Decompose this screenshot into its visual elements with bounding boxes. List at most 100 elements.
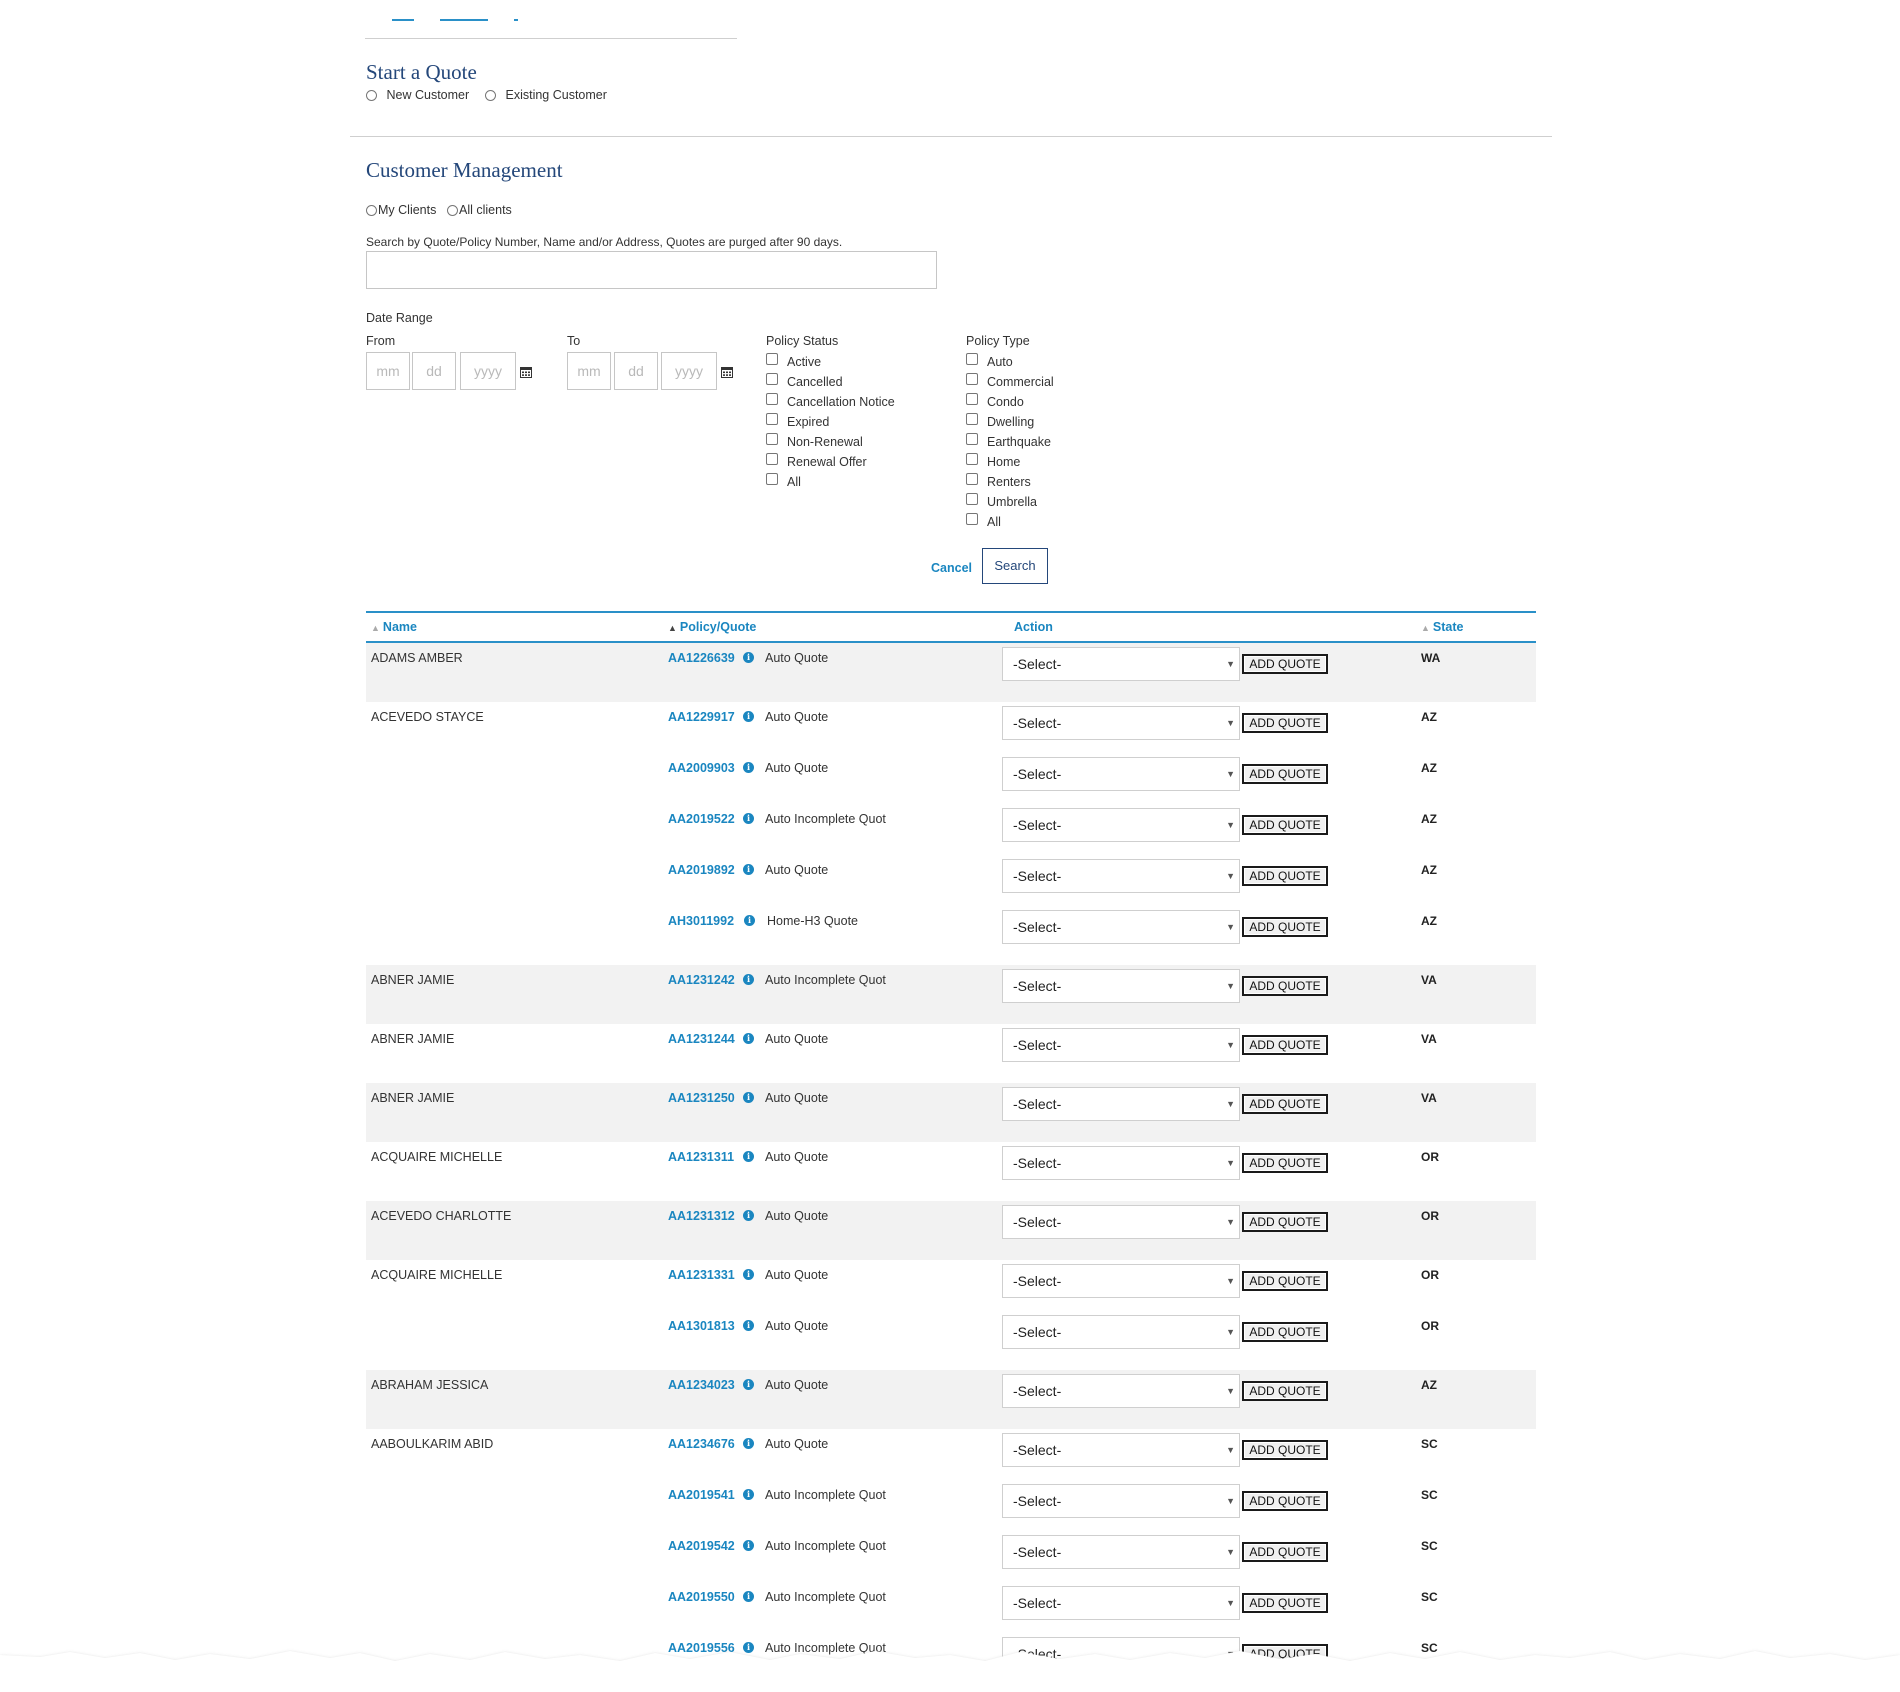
info-icon[interactable]: i: [743, 1379, 754, 1390]
name-column-header[interactable]: ▲︎ Name: [371, 620, 417, 634]
info-icon[interactable]: i: [743, 864, 754, 875]
policy-number-link[interactable]: AA1301813: [668, 1319, 735, 1333]
info-icon[interactable]: i: [743, 711, 754, 722]
policy-number-link[interactable]: AA1229917: [668, 710, 735, 724]
from-day-input[interactable]: dd: [412, 352, 456, 390]
info-icon[interactable]: i: [743, 1540, 754, 1551]
policy-number-link[interactable]: AA1231312: [668, 1209, 735, 1223]
info-icon[interactable]: i: [743, 974, 754, 985]
from-calendar-icon[interactable]: [520, 366, 532, 378]
action-select[interactable]: -Select- ▼: [1002, 910, 1240, 944]
my-clients-option[interactable]: My Clients: [366, 203, 436, 217]
to-day-input[interactable]: dd: [614, 352, 658, 390]
to-calendar-icon[interactable]: [721, 366, 733, 378]
policy-number-link[interactable]: AA1231311: [668, 1150, 734, 1164]
all-clients-option[interactable]: All clients: [447, 203, 512, 217]
policy-number-link[interactable]: AA1226639: [668, 651, 735, 665]
to-month-input[interactable]: mm: [567, 352, 611, 390]
info-icon[interactable]: i: [743, 1489, 754, 1500]
policy-type-checkbox[interactable]: [966, 433, 978, 445]
policy-type-checkbox[interactable]: [966, 373, 978, 385]
policy-type-checkbox[interactable]: [966, 473, 978, 485]
policy-number-link[interactable]: AA2019892: [668, 863, 735, 877]
add-quote-button[interactable]: ADD QUOTE: [1242, 1381, 1328, 1401]
action-select[interactable]: -Select- ▼: [1002, 969, 1240, 1003]
policy-status-checkbox[interactable]: [766, 453, 778, 465]
policy-number-link[interactable]: AA1234023: [668, 1378, 735, 1392]
add-quote-button[interactable]: ADD QUOTE: [1242, 1094, 1328, 1114]
add-quote-button[interactable]: ADD QUOTE: [1242, 713, 1328, 733]
info-icon[interactable]: i: [743, 1591, 754, 1602]
policy-status-checkbox[interactable]: [766, 393, 778, 405]
policy-number-link[interactable]: AA1231244: [668, 1032, 735, 1046]
existing-customer-radio[interactable]: [485, 90, 496, 102]
policy-status-checkbox[interactable]: [766, 373, 778, 385]
policy-number-link[interactable]: AA2019541: [668, 1488, 735, 1502]
add-quote-button[interactable]: ADD QUOTE: [1242, 1035, 1328, 1055]
add-quote-button[interactable]: ADD QUOTE: [1242, 654, 1328, 674]
existing-customer-option[interactable]: Existing Customer: [485, 88, 607, 102]
info-icon[interactable]: i: [743, 762, 754, 773]
add-quote-button[interactable]: ADD QUOTE: [1242, 1491, 1328, 1511]
add-quote-button[interactable]: ADD QUOTE: [1242, 1212, 1328, 1232]
policy-status-checkbox[interactable]: [766, 473, 778, 485]
my-clients-radio[interactable]: [366, 205, 377, 217]
policy-number-link[interactable]: AA2009903: [668, 761, 735, 775]
policy-number-link[interactable]: AA1231242: [668, 973, 735, 987]
policy-number-link[interactable]: AA2019542: [668, 1539, 735, 1553]
policy-type-checkbox[interactable]: [966, 393, 978, 405]
info-icon[interactable]: i: [743, 1151, 754, 1162]
policy-status-checkbox[interactable]: [766, 353, 778, 365]
new-customer-option[interactable]: New Customer: [366, 88, 469, 102]
top-link[interactable]: [392, 19, 414, 21]
action-select[interactable]: -Select- ▼: [1002, 1484, 1240, 1518]
policy-type-checkbox[interactable]: [966, 453, 978, 465]
action-select[interactable]: -Select- ▼: [1002, 1028, 1240, 1062]
top-link[interactable]: [514, 19, 518, 21]
info-icon[interactable]: i: [743, 1210, 754, 1221]
info-icon[interactable]: i: [743, 1438, 754, 1449]
add-quote-button[interactable]: ADD QUOTE: [1242, 1440, 1328, 1460]
cancel-link[interactable]: Cancel: [931, 561, 972, 575]
info-icon[interactable]: i: [743, 1320, 754, 1331]
add-quote-button[interactable]: ADD QUOTE: [1242, 866, 1328, 886]
top-link[interactable]: [440, 19, 488, 21]
action-select[interactable]: -Select- ▼: [1002, 1433, 1240, 1467]
policy-type-checkbox[interactable]: [966, 413, 978, 425]
info-icon[interactable]: i: [743, 1092, 754, 1103]
add-quote-button[interactable]: ADD QUOTE: [1242, 1593, 1328, 1613]
action-select[interactable]: -Select- ▼: [1002, 706, 1240, 740]
action-select[interactable]: -Select- ▼: [1002, 1586, 1240, 1620]
info-icon[interactable]: i: [743, 652, 754, 663]
action-select[interactable]: -Select- ▼: [1002, 1535, 1240, 1569]
policy-status-checkbox[interactable]: [766, 433, 778, 445]
policy-number-link[interactable]: AH3011992: [668, 914, 734, 928]
action-select[interactable]: -Select- ▼: [1002, 1146, 1240, 1180]
search-button[interactable]: Search: [982, 548, 1048, 584]
info-icon[interactable]: i: [743, 1033, 754, 1044]
info-icon[interactable]: i: [744, 915, 755, 926]
policy-type-checkbox[interactable]: [966, 493, 978, 505]
add-quote-button[interactable]: ADD QUOTE: [1242, 1322, 1328, 1342]
add-quote-button[interactable]: ADD QUOTE: [1242, 917, 1328, 937]
action-select[interactable]: -Select- ▼: [1002, 1315, 1240, 1349]
info-icon[interactable]: i: [743, 1269, 754, 1280]
add-quote-button[interactable]: ADD QUOTE: [1242, 1153, 1328, 1173]
action-select[interactable]: -Select- ▼: [1002, 757, 1240, 791]
action-select[interactable]: -Select- ▼: [1002, 1087, 1240, 1121]
from-year-input[interactable]: yyyy: [460, 352, 516, 390]
action-select[interactable]: -Select- ▼: [1002, 1205, 1240, 1239]
add-quote-button[interactable]: ADD QUOTE: [1242, 764, 1328, 784]
action-select[interactable]: -Select- ▼: [1002, 859, 1240, 893]
add-quote-button[interactable]: ADD QUOTE: [1242, 1542, 1328, 1562]
action-select[interactable]: -Select- ▼: [1002, 1374, 1240, 1408]
from-month-input[interactable]: mm: [366, 352, 410, 390]
policy-number-link[interactable]: AA2019522: [668, 812, 735, 826]
action-select[interactable]: -Select- ▼: [1002, 647, 1240, 681]
action-select[interactable]: -Select- ▼: [1002, 1264, 1240, 1298]
to-year-input[interactable]: yyyy: [661, 352, 717, 390]
new-customer-radio[interactable]: [366, 90, 377, 102]
policy-number-link[interactable]: AA1234676: [668, 1437, 735, 1451]
policy-type-checkbox[interactable]: [966, 513, 978, 525]
search-input[interactable]: [366, 251, 937, 289]
